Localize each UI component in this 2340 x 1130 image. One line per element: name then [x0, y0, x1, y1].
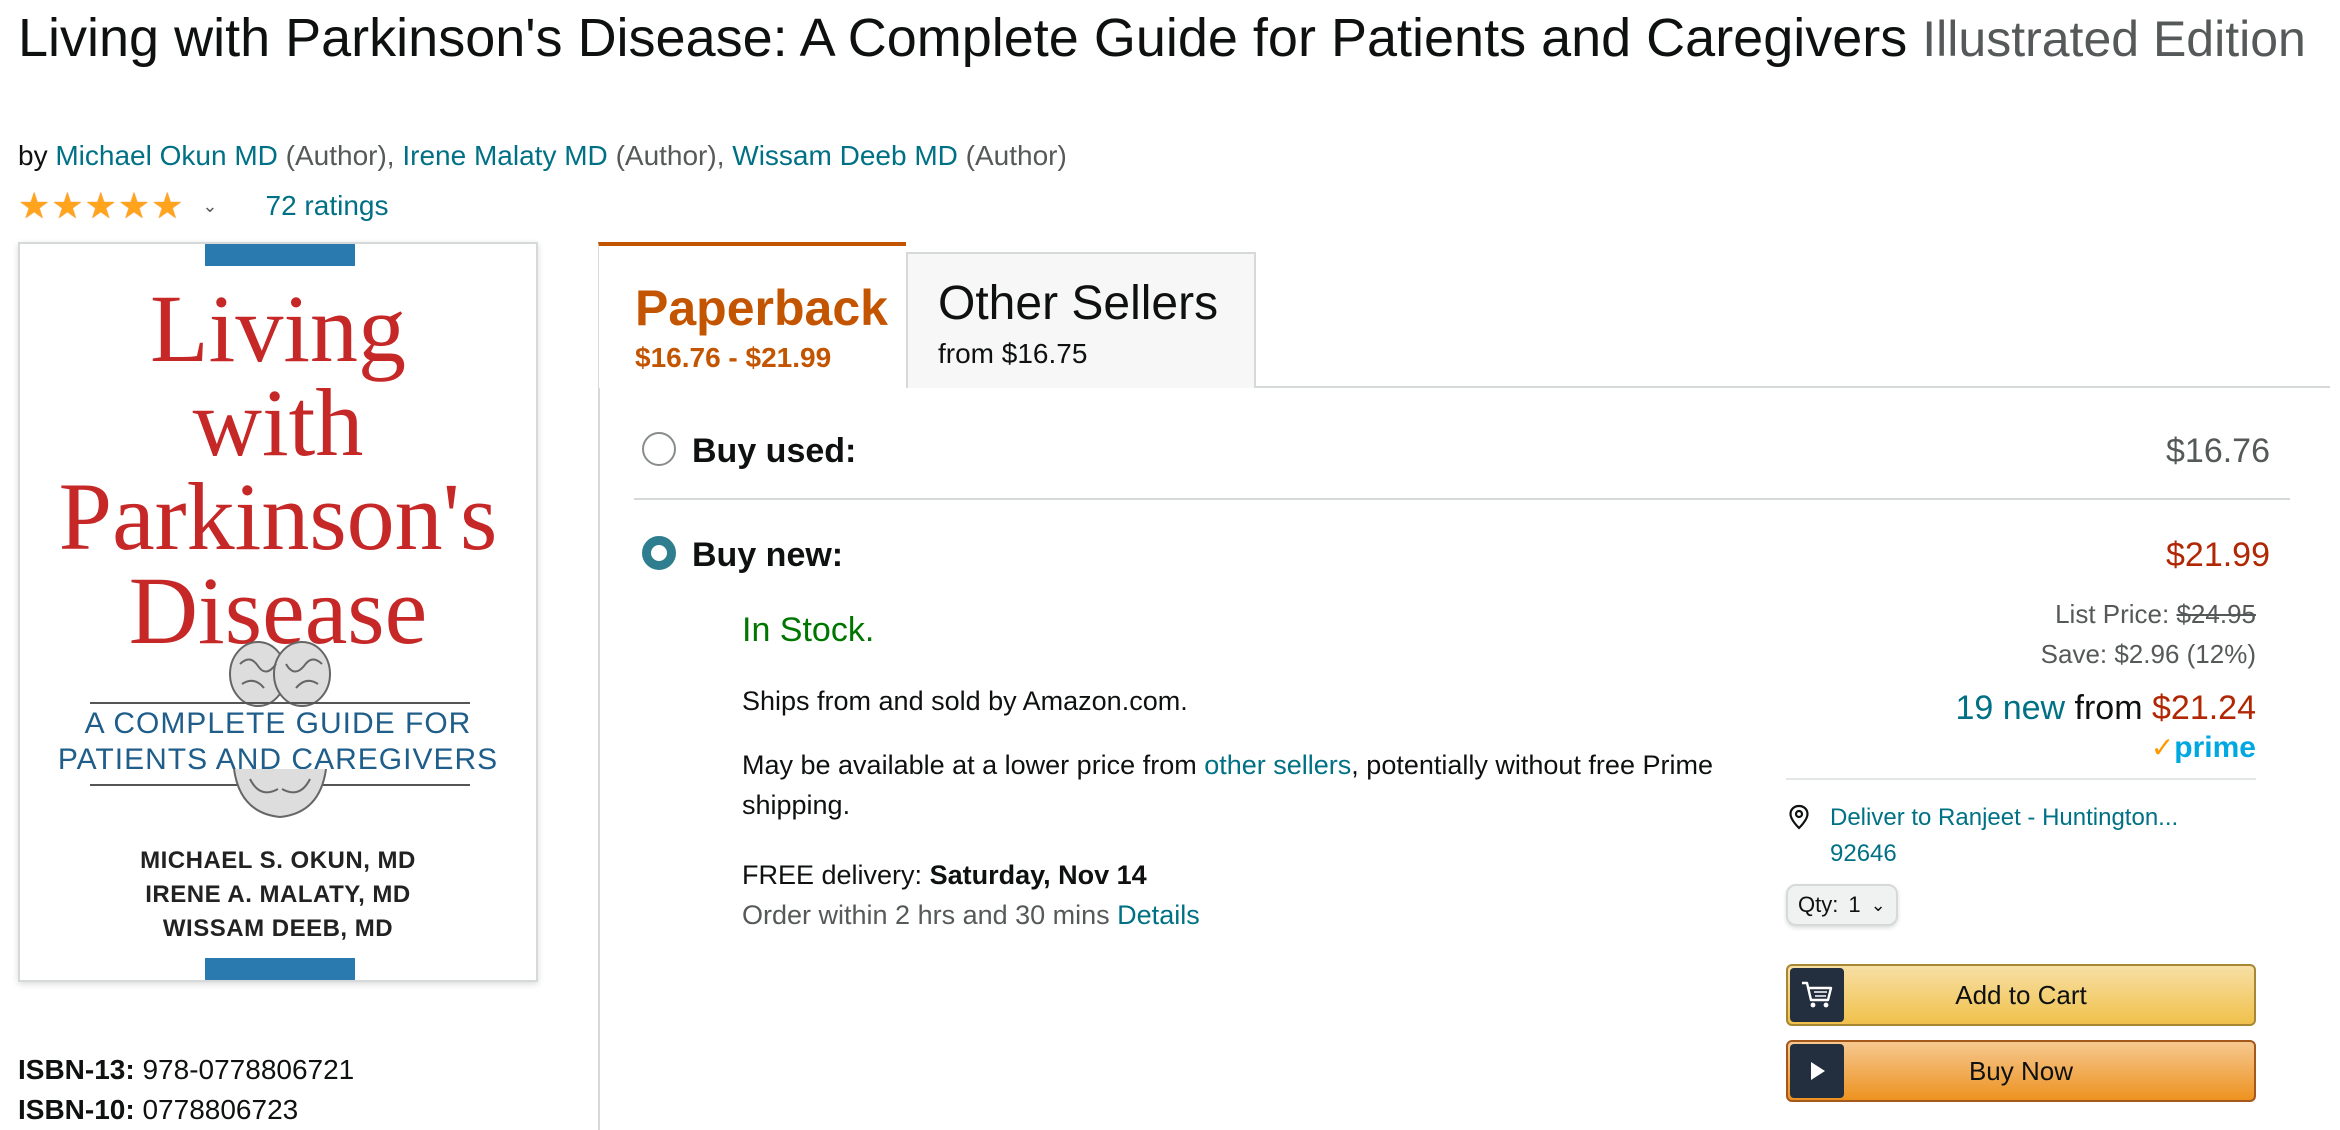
book-cover-image[interactable]: Living with Parkinson's Disease A COMPLE…: [18, 242, 538, 982]
isbn10-row: ISBN-10: 0778806723: [18, 1090, 354, 1130]
tab-paperback[interactable]: Paperback $16.76 - $21.99: [598, 242, 906, 388]
buy-new-row[interactable]: Buy new: $21.99: [634, 526, 2290, 586]
qty-value: 1: [1848, 892, 1861, 917]
delivery-label: FREE delivery:: [742, 860, 930, 890]
details-link[interactable]: Details: [1117, 900, 1200, 930]
deliver-to-address[interactable]: Deliver to Ranjeet - Huntington...: [1830, 800, 2178, 836]
cover-band-bottom: [205, 958, 355, 980]
tab-other-sellers-from: from $16.75: [938, 338, 1088, 369]
list-price-value: $24.95: [2176, 599, 2256, 629]
delivery-date: Saturday, Nov 14: [929, 860, 1147, 890]
cover-rule: [90, 702, 470, 704]
lower-price-notice: May be available at a lower price from o…: [742, 745, 1722, 825]
purchase-column: List Price: $24.95 Save: $2.96 (12%) 19 …: [1786, 594, 2256, 1102]
star-icon: ★: [18, 185, 51, 226]
deliver-to-location[interactable]: Deliver to Ranjeet - Huntington... 92646: [1786, 800, 2256, 872]
ratings-link[interactable]: 72 ratings: [266, 190, 389, 222]
author-role: (Author),: [615, 140, 725, 171]
buy-used-label: Buy used:: [692, 432, 857, 470]
star-rating[interactable]: ★ ★ ★ ★ ★: [18, 186, 184, 226]
edition-label: Illustrated Edition: [1922, 11, 2306, 67]
author-link[interactable]: Irene Malaty MD: [402, 140, 607, 171]
quantity-select[interactable]: Qty: 1 ⌄: [1786, 884, 1898, 926]
play-icon: [1790, 1044, 1844, 1098]
star-icon: ★: [51, 185, 84, 226]
order-within-text: Order within 2 hrs and 30 mins Details: [742, 895, 1742, 935]
delivery-info: FREE delivery: Saturday, Nov 14: [742, 855, 1742, 895]
isbn13-label: ISBN-13:: [18, 1054, 135, 1085]
byline: by Michael Okun MD (Author), Irene Malat…: [18, 140, 1067, 172]
cover-band-top: [205, 244, 355, 266]
brain-icon: [229, 641, 331, 707]
buy-used-row[interactable]: Buy used: $16.76: [634, 422, 2290, 500]
divider: [1786, 778, 2256, 780]
author-role: (Author): [965, 140, 1067, 171]
product-title: Living with Parkinson's Disease: A Compl…: [18, 2, 2318, 75]
cover-subtitle-line: A COMPLETE GUIDE FOR: [84, 707, 472, 740]
isbn13-row: ISBN-13: 978-0778806721: [18, 1050, 354, 1090]
location-pin-icon: [1789, 804, 1809, 830]
product-title-text: Living with Parkinson's Disease: A Compl…: [18, 8, 1908, 68]
star-icon: ★: [84, 185, 117, 226]
new-offers-price: $21.24: [2152, 689, 2256, 727]
add-to-cart-label: Add to Cart: [1955, 979, 2087, 1010]
buy-used-price: $16.76: [2166, 432, 2270, 470]
prime-label: prime: [2174, 731, 2256, 764]
deliver-to-zip[interactable]: 92646: [1830, 836, 2178, 872]
author-link[interactable]: Wissam Deeb MD: [732, 140, 958, 171]
list-price: List Price: $24.95: [1786, 594, 2256, 634]
cover-author-line: WISSAM DEEB, MD: [162, 915, 394, 942]
buy-now-button[interactable]: Buy Now: [1786, 1040, 2256, 1102]
new-offers-count[interactable]: 19 new: [1955, 689, 2065, 727]
star-icon: ★: [151, 185, 184, 226]
cover-title-line: Parkinson's: [58, 463, 498, 570]
cover-title-line: Living: [150, 275, 406, 382]
in-stock-status: In Stock.: [742, 611, 875, 649]
tab-other-sellers[interactable]: Other Sellers from $16.75: [906, 252, 1256, 388]
list-price-label: List Price:: [2055, 599, 2177, 629]
other-sellers-link[interactable]: other sellers: [1204, 750, 1351, 780]
author-role: (Author),: [285, 140, 395, 171]
cover-title-line: with: [192, 369, 364, 476]
new-offers-from: from: [2065, 689, 2152, 727]
isbn13-value: 978-0778806721: [142, 1054, 355, 1085]
chevron-down-icon: ⌄: [1870, 894, 1886, 915]
buy-box: Paperback $16.76 - $21.99 Other Sellers …: [598, 242, 2330, 1130]
lower-price-text: May be available at a lower price from: [742, 750, 1205, 780]
isbn-block: ISBN-13: 978-0778806721 ISBN-10: 0778806…: [18, 1050, 354, 1130]
cart-icon: [1790, 968, 1844, 1022]
chevron-down-icon[interactable]: ⌄: [202, 196, 217, 217]
cover-author-line: IRENE A. MALATY, MD: [145, 881, 411, 908]
rating-row: ★ ★ ★ ★ ★ ⌄ 72 ratings: [18, 186, 388, 226]
buy-now-label: Buy Now: [1968, 1055, 2074, 1086]
buy-used-radio[interactable]: [642, 432, 676, 466]
tab-other-sellers-name: Other Sellers: [938, 277, 1219, 330]
prime-badge: ✓prime: [1786, 730, 2256, 766]
cover-title: Living with Parkinson's Disease: [20, 275, 536, 659]
deliver-to-text[interactable]: Deliver to Ranjeet - Huntington... 92646: [1830, 800, 2178, 872]
tab-paperback-name: Paperback: [635, 280, 888, 336]
cover-authors: MICHAEL S. OKUN, MD IRENE A. MALATY, MD …: [20, 844, 536, 946]
buy-new-price: $21.99: [2166, 536, 2270, 574]
brain-icon: [233, 769, 327, 819]
by-label: by: [18, 140, 48, 171]
author-link[interactable]: Michael Okun MD: [55, 140, 278, 171]
new-offers[interactable]: 19 new from $21.24: [1786, 686, 2256, 730]
savings-text: Save: $2.96 (12%): [2040, 639, 2256, 669]
prime-check-icon: ✓: [2150, 732, 2175, 763]
isbn10-label: ISBN-10:: [18, 1094, 135, 1125]
tab-paperback-range: $16.76 - $21.99: [635, 342, 832, 373]
add-to-cart-button[interactable]: Add to Cart: [1786, 964, 2256, 1026]
buy-new-details: In Stock. Ships from and sold by Amazon.…: [742, 608, 1742, 935]
order-countdown: Order within 2 hrs and 30 mins: [742, 900, 1118, 930]
isbn10-value: 0778806723: [142, 1094, 299, 1125]
buy-new-radio[interactable]: [642, 536, 676, 570]
qty-label: Qty:: [1798, 892, 1839, 917]
ships-from-text: Ships from and sold by Amazon.com.: [742, 686, 1188, 716]
buy-new-label: Buy new:: [692, 536, 844, 574]
cover-author-line: MICHAEL S. OKUN, MD: [140, 847, 416, 874]
star-icon: ★: [117, 185, 151, 226]
cover-subtitle: A COMPLETE GUIDE FOR PATIENTS AND CAREGI…: [20, 706, 536, 778]
